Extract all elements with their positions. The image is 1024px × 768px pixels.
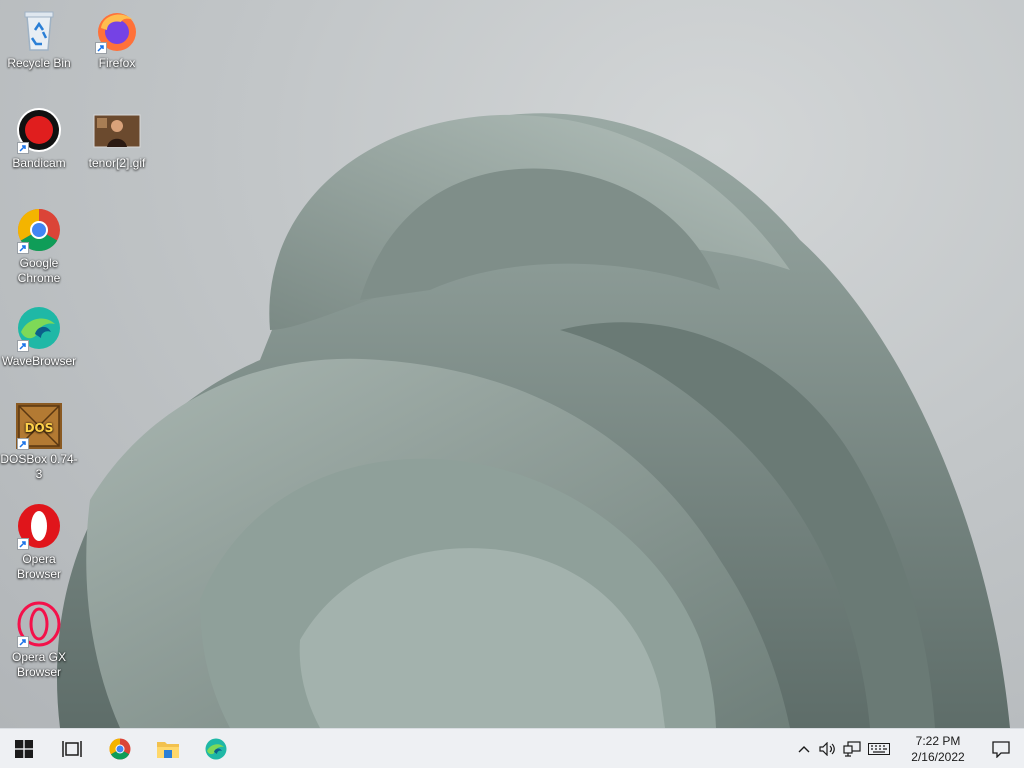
desktop-icon-opera-gx[interactable]: Opera GX Browser [0,600,78,680]
task-view-button[interactable] [48,729,96,768]
icon-label: Bandicam [12,156,66,170]
desktop-icon-firefox[interactable]: Firefox [78,6,156,71]
input-indicator-button[interactable] [864,729,894,768]
shortcut-arrow-icon [95,42,107,54]
icon-label: tenor[2].gif [88,156,146,170]
clock-time: 7:22 PM [915,734,961,748]
desktop-icon-wavebrowser[interactable]: WaveBrowser [0,304,78,369]
desktop-icon-bandicam[interactable]: Bandicam [0,106,78,171]
shortcut-arrow-icon [17,538,29,550]
taskbar-clock[interactable]: 7:22 PM 2/16/2022 [898,733,978,765]
shortcut-arrow-icon [17,340,29,352]
clock-date: 2/16/2022 [911,750,965,764]
dosbox-logo-text: DOS [25,421,54,435]
network-button[interactable] [840,729,864,768]
desktop-icon-dosbox[interactable]: DOS DOSBox 0.74-3 [0,402,78,482]
icon-label: WaveBrowser [1,354,77,368]
icon-label: Google Chrome [17,256,61,285]
desktop-icon-opera[interactable]: Opera Browser [0,502,78,582]
desktop-icon-tenor-gif[interactable]: tenor[2].gif [78,106,156,171]
icon-label: Opera GX Browser [11,650,67,679]
wavebrowser-icon [205,738,227,759]
icon-label: Opera Browser [16,552,61,581]
keyboard-icon [868,743,890,755]
volume-button[interactable] [816,729,840,768]
icon-label: Recycle Bin [7,56,71,70]
taskbar: 7:22 PM 2/16/2022 [0,728,1024,768]
taskbar-wavebrowser[interactable] [192,729,240,768]
desktop-icon-recycle-bin[interactable]: Recycle Bin [0,6,78,71]
recycle-bin-icon [24,11,54,51]
taskbar-chrome[interactable] [96,729,144,768]
chevron-up-icon [798,746,810,753]
windows-icon [15,739,33,758]
notification-icon [992,740,1010,758]
volume-icon [819,742,835,756]
shortcut-arrow-icon [17,438,29,450]
start-button[interactable] [0,729,48,768]
chrome-icon [109,738,131,760]
desktop-icon-google-chrome[interactable]: Google Chrome [0,206,78,286]
show-hidden-icons-button[interactable] [792,729,816,768]
action-center-button[interactable] [978,729,1024,768]
folder-icon [157,741,179,758]
shortcut-arrow-icon [17,142,29,154]
taskbar-file-explorer[interactable] [144,729,192,768]
system-tray: 7:22 PM 2/16/2022 [792,729,1024,768]
icon-label: Firefox [98,56,136,70]
shortcut-arrow-icon [17,242,29,254]
gif-thumbnail-icon [93,114,141,148]
shortcut-arrow-icon [17,636,29,648]
network-icon [843,741,861,757]
task-view-icon [62,740,82,757]
icon-label: DOSBox 0.74-3 [0,452,78,481]
